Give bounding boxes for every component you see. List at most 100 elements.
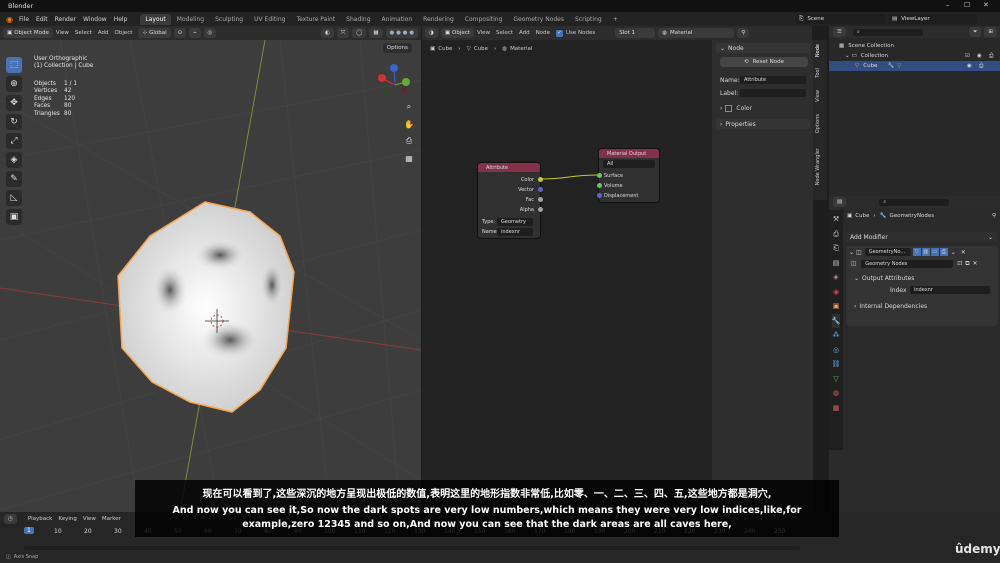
timeline-menu-marker[interactable]: Marker (102, 516, 121, 522)
tab-view[interactable]: View (815, 90, 825, 102)
camera-icon[interactable]: ⎙ (979, 61, 983, 71)
annotate-icon[interactable]: ✎ (6, 171, 22, 187)
scale-icon[interactable]: ⤢ (6, 133, 22, 149)
viewlayer-selector[interactable]: ▤ ViewLayer (888, 14, 978, 24)
options-button[interactable]: Options (382, 43, 412, 53)
move-icon[interactable]: ✥ (6, 95, 22, 111)
maximize-button[interactable]: ☐ (964, 1, 970, 9)
node-menu-view[interactable]: View (477, 30, 490, 36)
reset-node-button[interactable]: ⟲ Reset Node (720, 57, 808, 67)
vector-socket[interactable] (537, 187, 543, 192)
measure-icon[interactable]: ◺ (6, 190, 22, 206)
node-group-browse-icon[interactable]: ◫ (849, 258, 859, 269)
attribute-node[interactable]: Attribute Color Vector Fac Alpha Type: G… (478, 163, 543, 238)
visibility-icon[interactable]: ◐ (320, 28, 334, 38)
close-button[interactable]: ✕ (983, 1, 989, 9)
tab-options[interactable]: Options (815, 114, 825, 133)
properties-section-header[interactable]: › Properties (716, 119, 810, 129)
menu-edit[interactable]: Edit (36, 16, 48, 23)
material-output-header[interactable]: Material Output (599, 149, 659, 158)
pan-hand-icon[interactable]: ✋ (402, 117, 416, 131)
output-attributes-header[interactable]: ⌄ Output Attributes (846, 272, 998, 284)
tab-modeling[interactable]: Modeling (172, 14, 209, 25)
node-label-field[interactable] (740, 89, 806, 97)
node-editor[interactable]: ▣ Cube › ▽ Cube › ◍ Material Attribute C… (422, 40, 712, 512)
gizmo-z-icon[interactable] (390, 64, 398, 72)
chevron-down-icon[interactable]: ⌄ (849, 249, 854, 256)
data-tab-icon[interactable]: ▽ (833, 372, 838, 387)
render-toggle-icon[interactable]: ⎙ (939, 248, 948, 256)
color-row[interactable]: › Color (720, 105, 752, 112)
orientation-dropdown[interactable]: ⊹ Global (138, 28, 171, 38)
color-socket[interactable] (537, 177, 543, 182)
gizmo-x-icon[interactable] (378, 74, 386, 82)
duplicate-icon[interactable]: ⧉ (965, 260, 969, 268)
gizmo-toggle-icon[interactable]: ⤧ (336, 28, 350, 38)
surface-socket[interactable] (596, 173, 602, 178)
timeline-menu-playback[interactable]: Playback (28, 516, 53, 522)
viewport-menu-add[interactable]: Add (98, 30, 109, 36)
editor-type-icon[interactable]: ◑ (425, 28, 438, 38)
camera-icon[interactable]: ⎙ (402, 134, 416, 148)
minimize-button[interactable]: – (946, 1, 950, 9)
shader-type-dropdown[interactable]: ▣ Object (440, 28, 474, 38)
selected-mesh[interactable] (117, 201, 295, 413)
fake-user-icon[interactable]: ⊡ (957, 260, 962, 267)
3d-viewport[interactable]: Options User Orthographic (1) Collection… (0, 40, 421, 512)
node-menu-select[interactable]: Select (496, 30, 513, 36)
snap-icon[interactable]: ⌁ (189, 28, 201, 38)
physics-tab-icon[interactable]: ◎ (833, 343, 839, 358)
add-modifier-dropdown[interactable]: Add Modifier ⌄ (847, 232, 997, 242)
viewport-menu-object[interactable]: Object (115, 30, 133, 36)
material-tab-icon[interactable]: ◍ (833, 386, 839, 401)
material-output-node[interactable]: Material Output All Surface Volume Displ… (596, 149, 659, 202)
object-mode-dropdown[interactable]: ▣ Object Mode (3, 28, 53, 38)
particles-tab-icon[interactable]: ⁂ (833, 328, 840, 343)
tab-compositing[interactable]: Compositing (460, 14, 508, 25)
node-name-field[interactable]: Attribute (740, 76, 806, 84)
pin-icon[interactable]: ⚲ (737, 28, 750, 38)
timeline-editor-icon[interactable]: ◷ (4, 514, 17, 524)
pin-icon[interactable]: ⚲ (992, 213, 996, 219)
outliner-collection[interactable]: ⌄ ▭ Collection ☑ ◉ ⎙ (839, 51, 1000, 61)
transform-icon[interactable]: ◈ (6, 152, 22, 168)
timeline-scrollbar[interactable] (24, 546, 800, 550)
node-section-header[interactable]: ⌄ Node (716, 43, 810, 53)
tab-animation[interactable]: Animation (377, 14, 418, 25)
filter-icon[interactable]: ⏷ (968, 27, 982, 37)
proportional-icon[interactable]: ◎ (203, 28, 217, 38)
checkbox-icon[interactable]: ☑ (965, 51, 970, 61)
timeline-menu-keying[interactable]: Keying (58, 516, 76, 522)
viewport-menu-view[interactable]: View (56, 30, 69, 36)
material-selector[interactable]: ◍ Material (658, 28, 735, 38)
tab-shading[interactable]: Shading (341, 14, 375, 25)
add-workspace-button[interactable]: + (608, 14, 623, 25)
node-menu-node[interactable]: Node (536, 30, 550, 36)
outliner-search[interactable]: ⌕ (852, 28, 923, 36)
node-group-field[interactable]: Geometry Nodes (861, 259, 954, 268)
properties-editor-icon[interactable]: ▤ (833, 197, 847, 207)
chevron-down-icon[interactable]: ⌄ (951, 249, 956, 256)
type-dropdown[interactable]: Geometry (497, 218, 533, 226)
tab-uv-editing[interactable]: UV Editing (249, 14, 290, 25)
viewport-menu-select[interactable]: Select (75, 30, 92, 36)
pivot-icon[interactable]: ⊙ (173, 28, 187, 38)
tab-node-wrangler[interactable]: Node Wrangler (815, 148, 825, 185)
scene-tab-icon[interactable]: ◈ (833, 270, 838, 285)
unlink-icon[interactable]: ✕ (973, 260, 978, 267)
menu-window[interactable]: Window (83, 16, 107, 23)
timeline-menu-view[interactable]: View (83, 516, 96, 522)
rotate-icon[interactable]: ↻ (6, 114, 22, 130)
displacement-socket[interactable] (596, 193, 602, 198)
tab-texture-paint[interactable]: Texture Paint (291, 14, 340, 25)
current-frame-indicator[interactable]: 1 (24, 527, 34, 534)
modifier-name-field[interactable]: GeometryNo... (864, 248, 911, 256)
gizmo-y-icon[interactable] (402, 78, 410, 86)
overlay-icon[interactable]: ◯ (352, 28, 367, 38)
world-tab-icon[interactable]: ◉ (833, 285, 839, 300)
tool-tab-icon[interactable]: ⚒ (833, 212, 839, 227)
outliner-cube[interactable]: ▽ Cube 🔧 ▽ ◉ ⎙ (829, 61, 1000, 71)
properties-search[interactable]: ⌕ (879, 198, 950, 206)
alpha-socket[interactable] (537, 207, 543, 212)
menu-help[interactable]: Help (114, 16, 128, 23)
